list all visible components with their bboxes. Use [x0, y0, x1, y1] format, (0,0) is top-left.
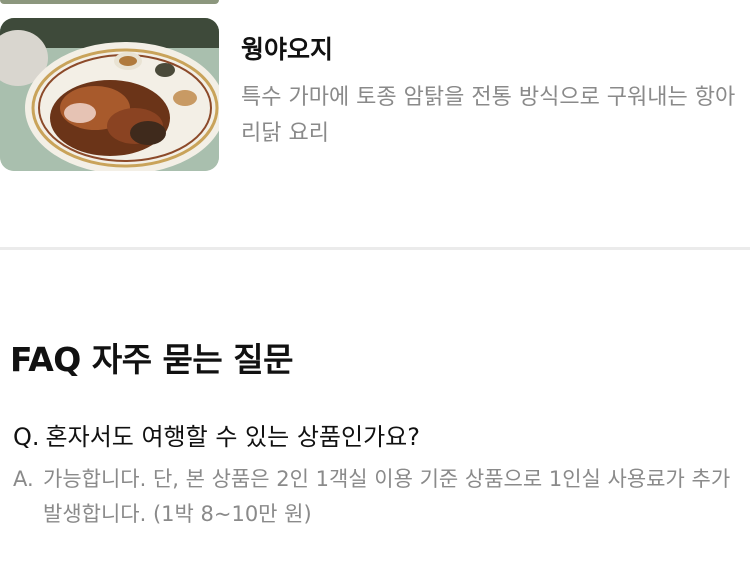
- faq-section-title: FAQ 자주 묻는 질문: [10, 340, 293, 379]
- answer-text: 가능합니다. 단, 본 상품은 2인 1객실 이용 기준 상품으로 1인실 사용…: [43, 467, 731, 526]
- faq-question[interactable]: Q. 혼자서도 여행할 수 있는 상품인가요?: [13, 417, 738, 452]
- food-photo: [0, 18, 219, 171]
- page: 웡야오지 특수 가마에 토종 암탉을 전통 방식으로 구워내는 항아리닭 요리 …: [0, 0, 750, 583]
- roast-chicken-photo: [0, 18, 219, 171]
- answer-prefix: A.: [13, 467, 34, 491]
- section-divider: [0, 247, 750, 250]
- question-text: 혼자서도 여행할 수 있는 상품인가요?: [45, 423, 420, 451]
- question-prefix: Q.: [13, 423, 40, 451]
- food-description: 특수 가마에 토종 암탉을 전통 방식으로 구워내는 항아리닭 요리: [241, 85, 736, 146]
- previous-item-photo-edge: [0, 0, 219, 4]
- food-list-item[interactable]: 웡야오지 특수 가마에 토종 암탉을 전통 방식으로 구워내는 항아리닭 요리: [0, 18, 750, 171]
- food-name: 웡야오지: [241, 35, 334, 64]
- faq-answer: A. 가능합니다. 단, 본 상품은 2인 1객실 이용 기준 상품으로 1인실…: [13, 462, 738, 532]
